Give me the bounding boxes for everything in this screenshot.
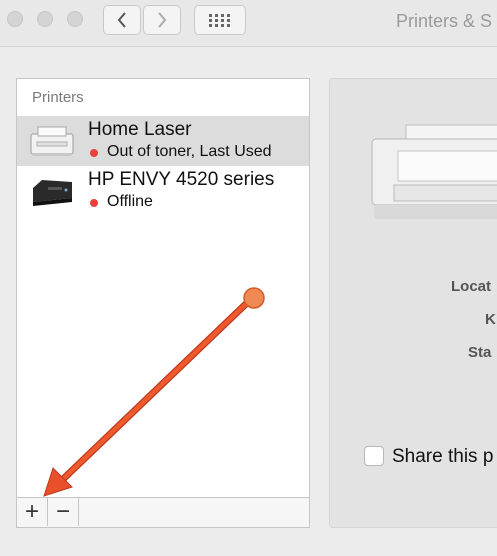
kind-label: K xyxy=(485,311,496,328)
location-label: Locat xyxy=(451,278,492,295)
printer-item-hp-envy[interactable]: HP ENVY 4520 series Offline xyxy=(17,166,309,216)
status-dot-icon xyxy=(90,149,98,157)
status-label: Sta xyxy=(468,344,492,361)
printer-status: Offline xyxy=(107,193,153,210)
inkjet-printer-icon xyxy=(33,180,72,206)
laser-printer-icon xyxy=(30,126,74,156)
close-window-button[interactable] xyxy=(7,11,23,27)
printers-list-toolbar: + − xyxy=(17,497,309,527)
printers-list-header: Printers xyxy=(32,89,84,106)
status-dot-icon xyxy=(90,199,98,207)
minimize-window-button[interactable] xyxy=(37,11,53,27)
printer-image-icon xyxy=(371,124,497,219)
minus-icon: − xyxy=(55,498,70,525)
share-printer-label: Share this p xyxy=(392,446,494,467)
chevron-left-icon xyxy=(117,12,126,28)
forward-button[interactable] xyxy=(143,5,181,35)
add-printer-button[interactable]: + xyxy=(17,498,48,526)
window-title: Printers & S xyxy=(396,11,493,31)
show-all-button[interactable] xyxy=(194,5,246,35)
title-bar: Printers & S xyxy=(0,0,497,47)
printers-list: Printers Home Laser Out of toner, Last U… xyxy=(16,78,310,528)
grid-icon xyxy=(209,14,230,27)
remove-printer-button[interactable]: − xyxy=(48,498,79,526)
plus-icon: + xyxy=(24,498,39,525)
share-printer-checkbox[interactable] xyxy=(364,446,384,466)
zoom-window-button[interactable] xyxy=(67,11,83,27)
printer-name: HP ENVY 4520 series xyxy=(88,169,275,190)
back-button[interactable] xyxy=(103,5,141,35)
printer-item-home-laser[interactable]: Home Laser Out of toner, Last Used xyxy=(17,116,309,166)
printer-status: Out of toner, Last Used xyxy=(107,143,272,160)
printer-name: Home Laser xyxy=(88,119,192,140)
chevron-right-icon xyxy=(158,12,167,28)
